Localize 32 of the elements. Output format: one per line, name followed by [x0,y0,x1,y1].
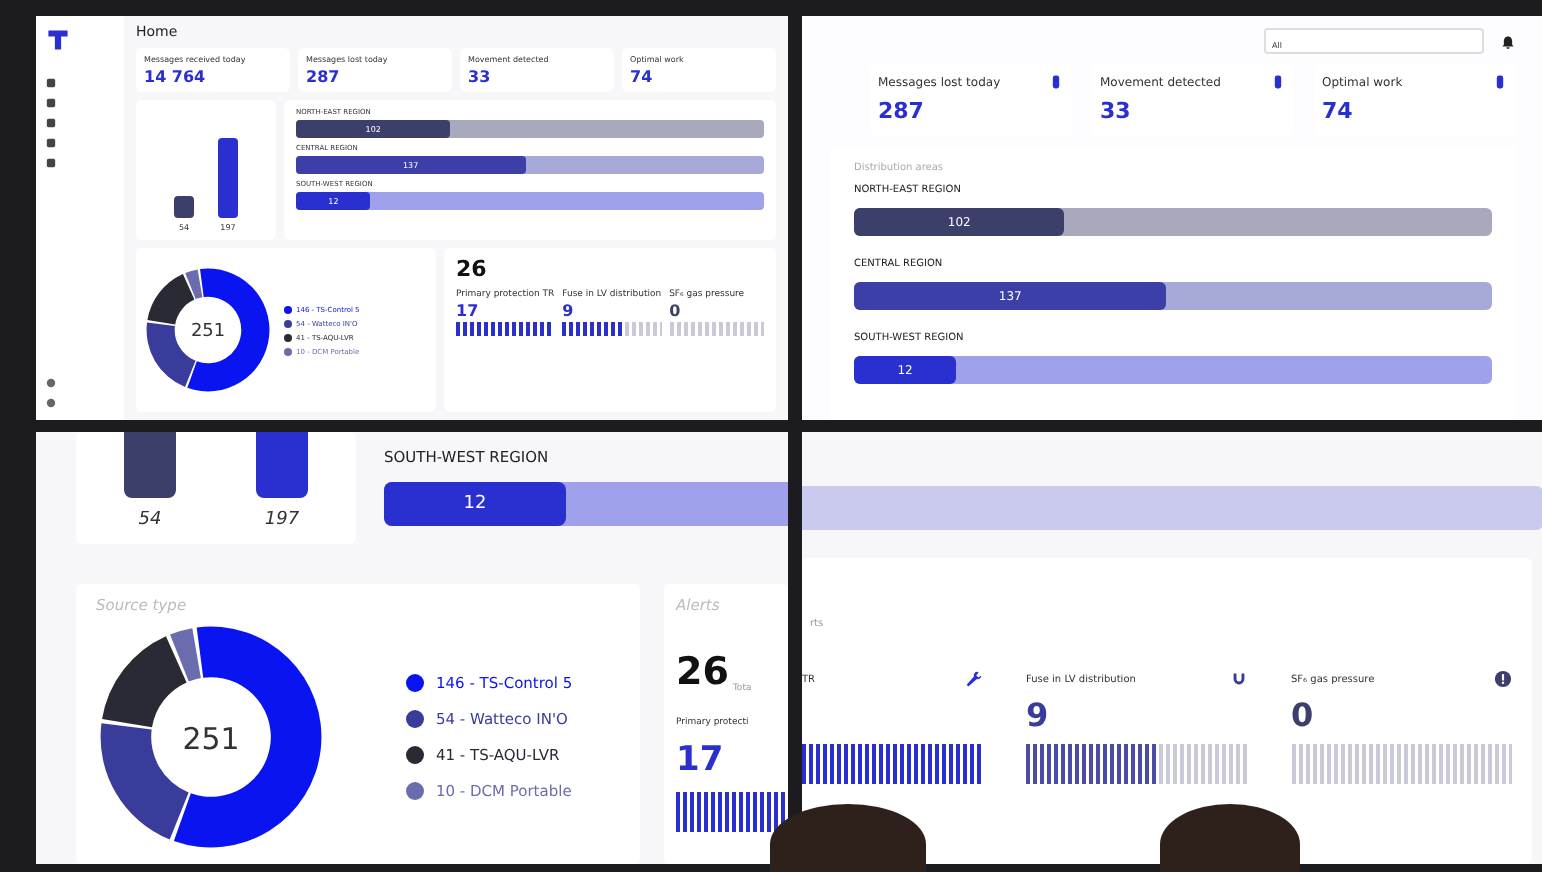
donut-total: 251 [182,720,240,757]
alert-value: 9 [1026,696,1051,736]
stat-value: 33 [468,68,493,86]
alerts-total: 26 [676,650,729,694]
alert-value: 9 [562,302,576,320]
stat-value: 14 764 [144,68,208,86]
region-bar-fill: 12 [384,482,566,526]
bar-value: 197 [264,510,300,530]
chart-bar [256,432,308,498]
alert-value: 0 [1291,696,1316,736]
wrench-icon [964,670,982,688]
chart-bar [218,138,238,218]
stat-value: 287 [306,68,342,86]
stat-value: 74 [1322,98,1355,124]
stat-icon [1492,74,1508,90]
donut-total: 251 [190,322,226,343]
logo-icon [46,28,70,52]
stat-icon [1270,74,1286,90]
alert-value: 17 [676,740,726,780]
alerts-total: 26 [456,256,489,282]
chart-bar [174,196,194,218]
alert-value: 17 [456,302,481,320]
bar-value: 54 [138,510,162,530]
stat-value: 287 [878,98,926,124]
horseshoe-icon [1229,670,1247,688]
bell-icon[interactable] [1500,33,1516,49]
stat-value: 74 [630,68,655,86]
stat-value: 33 [1100,98,1133,124]
stat-icon [1048,74,1064,90]
alert-value: 0 [669,302,683,320]
info-icon [1494,670,1512,688]
chart-bar [124,432,176,498]
